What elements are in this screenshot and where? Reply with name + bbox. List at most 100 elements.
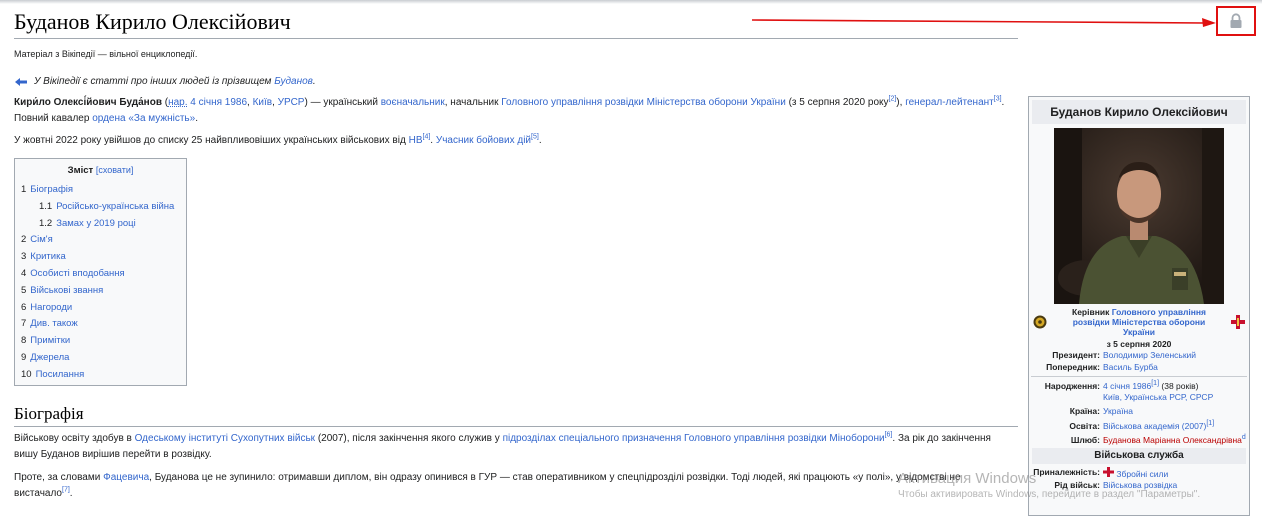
biography-paragraph-1: Військову освіту здобув в Одеському інст… <box>14 431 1014 463</box>
section-heading-biography: Біографія <box>14 404 84 423</box>
toc-item-number: 1.2 <box>39 217 53 229</box>
annotation-arrow <box>752 18 1216 27</box>
toc-item[interactable]: 10 Посилання <box>21 367 180 384</box>
toc-item-number: 3 <box>21 251 27 263</box>
reference-link[interactable]: [7] <box>62 487 70 494</box>
infobox-separator <box>1031 376 1247 377</box>
text-segment: Військову освіту здобув в <box>14 433 135 444</box>
infobox-row-birth: Народження: 4 січня 1986[1] (38 років) Ки… <box>1044 380 1214 402</box>
toc-item[interactable]: 8 Примітки <box>21 333 180 350</box>
infobox-row-country: Країна: Україна <box>1069 406 1133 416</box>
toc-item-link[interactable]: Військові звання <box>30 285 103 296</box>
inline-link[interactable]: Учасник бойових дій <box>436 135 531 146</box>
infobox-military-header: Військова служба <box>1032 447 1246 464</box>
toc-item[interactable]: 1 Біографія <box>21 182 180 199</box>
text-segment: Проте, за словами <box>14 472 104 483</box>
allegiance-link[interactable]: Збройні сили <box>1116 469 1168 479</box>
toc-item[interactable]: 5 Військові звання <box>21 283 180 300</box>
toc-item-number: 8 <box>21 335 27 347</box>
toc-item[interactable]: 7 Див. також <box>21 316 180 333</box>
inline-link[interactable]: нар. <box>168 97 187 108</box>
inline-link[interactable]: 4 січня 1986 <box>190 97 247 108</box>
education-ref[interactable]: [1] <box>1206 420 1214 427</box>
inline-link[interactable]: НВ <box>409 135 423 146</box>
infobox-row-president: Президент: Володимир Зеленський <box>1052 350 1197 360</box>
inline-link[interactable]: УРСР <box>278 97 305 108</box>
infobox-portrait-photo[interactable] <box>1054 128 1224 304</box>
toc-item-number: 5 <box>21 284 27 296</box>
inline-link[interactable]: Фацевича <box>103 472 149 483</box>
hatnote-suffix: . <box>312 76 316 87</box>
inline-link[interactable]: Одеському інституті Сухопутних військ <box>135 433 315 444</box>
spouse-ref[interactable]: d <box>1242 434 1246 441</box>
toc-item-link[interactable]: Посилання <box>36 369 85 380</box>
country-link[interactable]: Україна <box>1103 406 1133 416</box>
inline-link[interactable]: генерал-лейтенант <box>905 97 994 108</box>
education-link[interactable]: Військова академія (2007) <box>1103 421 1206 431</box>
president-link[interactable]: Володимир Зеленський <box>1103 350 1196 360</box>
inline-link[interactable]: Київ <box>253 97 273 108</box>
text-segment: ) — український <box>304 97 381 108</box>
toc-item-number: 9 <box>21 351 27 363</box>
bold-text: Кири́ло Олексі́йович Буда́нов <box>14 97 162 108</box>
birth-place-link[interactable]: Київ, Українська РСР, СРСР <box>1103 392 1213 402</box>
intro-paragraph-2: У жовтні 2022 року увійшов до списку 25 … <box>14 133 1014 149</box>
toc-item-link[interactable]: Див. також <box>30 318 77 329</box>
text-segment: . <box>538 135 542 146</box>
toc-item-link[interactable]: Сім'я <box>30 234 52 245</box>
text-segment: . <box>69 488 73 499</box>
hatnote-text: У Вікіпедії є статті про інших людей із … <box>34 76 275 87</box>
toc-item-link[interactable]: Російсько-українська війна <box>56 201 174 212</box>
text-segment: (з 5 серпня 2020 року <box>785 97 889 108</box>
reference-link[interactable]: [5] <box>531 134 539 141</box>
toc-item[interactable]: 1.1 Російсько-українська війна <box>21 199 180 216</box>
birth-date-link[interactable]: 4 січня 1986 <box>1103 381 1151 391</box>
toc-item-link[interactable]: Джерела <box>30 352 69 363</box>
spouse-link[interactable]: Буданова Маріанна Олександрівна <box>1103 435 1242 445</box>
biography-paragraph-2: Проте, за словами Фацевича, Буданова це … <box>14 470 1014 502</box>
site-subtitle: Матеріал з Вікіпедії — вільної енциклопе… <box>14 49 198 59</box>
birth-age: (38 років) <box>1159 381 1199 391</box>
toc-item-link[interactable]: Замах у 2019 році <box>56 218 136 229</box>
page-title: Буданов Кирило Олексійович <box>14 9 291 34</box>
text-segment: . <box>195 113 198 124</box>
toc-item[interactable]: 3 Критика <box>21 249 180 266</box>
toc-item-number: 1.1 <box>39 200 53 212</box>
hatnote-link[interactable]: Буданов <box>274 76 313 87</box>
infobox-title: Буданов Кирило Олексійович <box>1032 100 1246 124</box>
infobox: Буданов Кирило Олексійович Керівник Голо… <box>1028 96 1250 516</box>
toc-item[interactable]: 1.2 Замах у 2019 році <box>21 216 180 233</box>
toc-item-link[interactable]: Критика <box>30 251 65 262</box>
toc-item[interactable]: 9 Джерела <box>21 350 180 367</box>
toc-toggle-link[interactable]: [сховати] <box>96 165 134 175</box>
toc-item-link[interactable]: Особисті вподобання <box>30 268 124 279</box>
table-of-contents: Зміст [сховати] 1 Біографія 1.1 Російсько-у… <box>14 158 187 386</box>
inline-link[interactable]: підрозділах спеціального призначення Гол… <box>503 433 885 444</box>
toc-item-number: 2 <box>21 234 27 246</box>
branch-link[interactable]: Військова розвідка <box>1103 480 1177 490</box>
annotation-highlight-box <box>1216 6 1256 36</box>
disambiguation-arrow-icon <box>15 77 27 86</box>
inline-link[interactable]: воєначальник <box>381 97 445 108</box>
gur-emblem-icon <box>1033 315 1047 329</box>
ukraine-armed-forces-cross-icon <box>1231 315 1245 329</box>
lock-icon[interactable] <box>1229 13 1243 29</box>
toc-item[interactable]: 6 Нагороди <box>21 300 180 317</box>
toc-item[interactable]: 2 Сім'я <box>21 232 180 249</box>
reference-link[interactable]: [3] <box>994 96 1002 103</box>
birth-ref[interactable]: [1] <box>1151 380 1159 387</box>
toc-item-link[interactable]: Біографія <box>30 184 73 195</box>
toc-item-number: 6 <box>21 301 27 313</box>
toc-item-link[interactable]: Нагороди <box>30 302 72 313</box>
inline-link[interactable]: Головного управління розвідки Міністерст… <box>501 97 786 108</box>
toc-item-number: 10 <box>21 368 32 380</box>
toc-title: Зміст <box>67 165 94 176</box>
inline-link[interactable]: ордена «За мужність» <box>92 113 195 124</box>
text-segment: (2007), після закінчення якого служив у <box>315 433 503 444</box>
office-prefix: Керівник <box>1072 307 1112 317</box>
toc-item[interactable]: 4 Особисті вподобання <box>21 266 180 283</box>
predecessor-link[interactable]: Василь Бурба <box>1103 362 1158 372</box>
toc-item-number: 1 <box>21 184 27 195</box>
text-segment: , начальник <box>444 97 502 108</box>
toc-item-link[interactable]: Примітки <box>30 335 70 346</box>
